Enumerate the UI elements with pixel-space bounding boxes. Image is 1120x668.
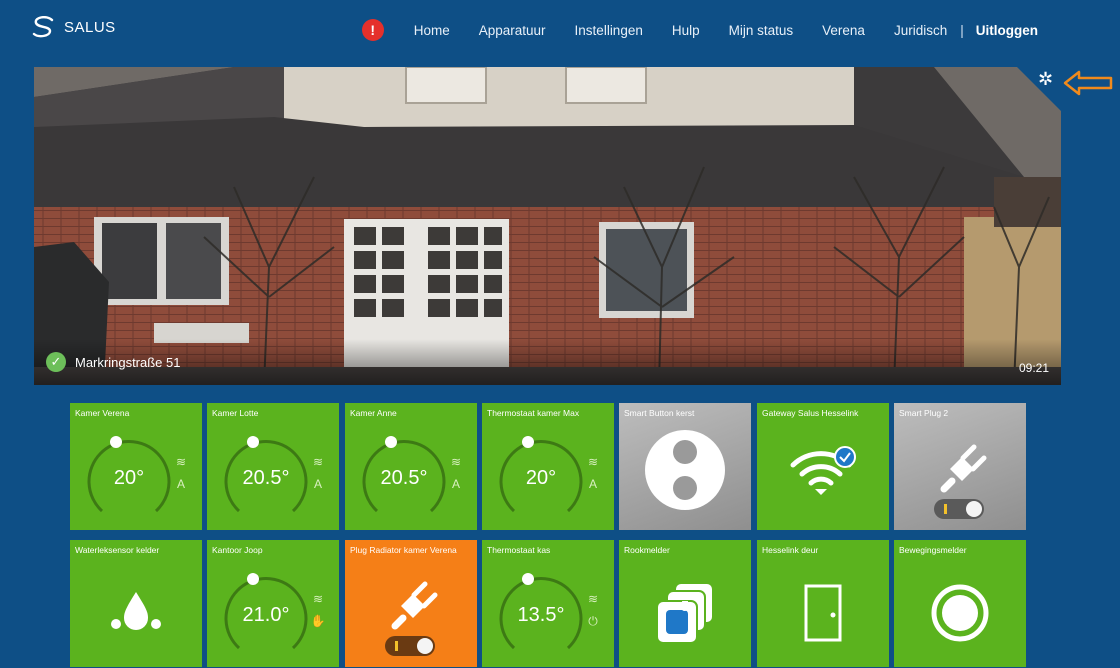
temperature-value: 20°	[113, 467, 145, 489]
heating-icon: ≋	[175, 455, 187, 469]
nav-apparatuur[interactable]: Apparatuur	[479, 23, 546, 38]
auto-mode-icon: A	[588, 477, 597, 491]
tile-title: Kamer Anne	[350, 408, 397, 418]
location-photo[interactable]: ✓ Markringstraße 51 09:21	[34, 67, 1061, 385]
heating-icon: ≋	[312, 455, 324, 469]
tile-smart-plug-2[interactable]: Smart Plug 2	[894, 403, 1026, 530]
smart-button-icon	[645, 430, 725, 510]
tile-kantoor-joop[interactable]: Kantoor Joop 21.0° ≋ ✋	[207, 540, 339, 667]
tile-title: Gateway Salus Hesselink	[762, 408, 859, 418]
clock-time: 09:21	[1018, 361, 1049, 375]
temperature-value: 13.5°	[517, 604, 565, 626]
auto-mode-icon: A	[313, 477, 322, 491]
tile-title: Rookmelder	[624, 545, 670, 555]
heating-icon: ≋	[587, 592, 599, 606]
tile-title: Kantoor Joop	[212, 545, 263, 555]
nav-mijn-status[interactable]: Mijn status	[729, 23, 794, 38]
water-drop-icon	[111, 592, 161, 630]
tile-kamer-verena[interactable]: Kamer Verena 20° ≋ A	[70, 403, 202, 530]
motion-sensor-icon	[931, 584, 989, 642]
tile-title: Kamer Verena	[75, 408, 130, 418]
gear-icon[interactable]: ✲	[1038, 69, 1053, 90]
temperature-value: 21.0°	[242, 604, 290, 626]
device-count-badge: 5	[680, 598, 690, 615]
nav-juridisch[interactable]: Juridisch	[894, 23, 947, 38]
location-address: ✓ Markringstraße 51	[46, 352, 180, 372]
nav-home[interactable]: Home	[414, 23, 450, 38]
tile-title: Bewegingsmelder	[899, 545, 967, 555]
tile-title: Thermostaat kamer Max	[487, 408, 580, 418]
top-navigation-bar: SALUS ! Home Apparatuur Instellingen Hul…	[0, 0, 1120, 58]
nav-separator: |	[960, 22, 964, 38]
heating-icon: ≋	[587, 455, 599, 469]
tile-waterleksensor-kelder[interactable]: Waterleksensor kelder	[70, 540, 202, 667]
tile-title: Kamer Lotte	[212, 408, 259, 418]
tile-title: Smart Button kerst	[624, 408, 695, 418]
house-photo-image	[34, 67, 1061, 385]
power-toggle[interactable]	[385, 636, 435, 656]
nav-instellingen[interactable]: Instellingen	[575, 23, 643, 38]
wifi-connected-icon	[790, 446, 856, 495]
manual-hand-icon: ✋	[310, 614, 326, 628]
tile-thermostaat-kamer-max[interactable]: Thermostaat kamer Max 20° ≋ A	[482, 403, 614, 530]
auto-mode-icon: A	[451, 477, 460, 491]
tile-title: Waterleksensor kelder	[75, 545, 160, 555]
tile-gateway-salus-hesselink[interactable]: Gateway Salus Hesselink	[757, 403, 889, 530]
main-menu: ! Home Apparatuur Instellingen Hulp Mijn…	[361, 19, 1038, 41]
plug-icon	[391, 581, 438, 630]
heating-icon: ≋	[312, 592, 324, 606]
tile-kamer-lotte[interactable]: Kamer Lotte 20.5° ≋ A	[207, 403, 339, 530]
brand-name: SALUS	[64, 18, 116, 36]
tile-thermostaat-kas[interactable]: Thermostaat kas 13.5° ≋ ⏻	[482, 540, 614, 667]
address-text: Markringstraße 51	[75, 354, 181, 370]
tile-kamer-anne[interactable]: Kamer Anne 20.5° ≋ A	[345, 403, 477, 530]
plug-icon	[940, 444, 987, 493]
temperature-value: 20°	[525, 467, 557, 489]
nav-verena[interactable]: Verena	[822, 23, 865, 38]
logout-link[interactable]: Uitloggen	[976, 23, 1038, 38]
power-icon: ⏻	[588, 614, 598, 628]
nav-hulp[interactable]: Hulp	[672, 23, 700, 38]
power-toggle[interactable]	[934, 499, 984, 519]
salus-logo[interactable]: SALUS	[30, 16, 116, 38]
tile-title: Thermostaat kas	[487, 545, 551, 555]
heating-icon: ≋	[450, 455, 462, 469]
door-icon	[804, 584, 842, 642]
temperature-value: 20.5°	[380, 467, 428, 489]
tile-bewegingsmelder[interactable]: Bewegingsmelder	[894, 540, 1026, 667]
annotation-arrow-icon	[1063, 70, 1113, 96]
status-ok-check-icon: ✓	[46, 352, 66, 372]
tile-title: Hesselink deur	[762, 545, 819, 555]
auto-mode-icon: A	[176, 477, 185, 491]
tile-plug-radiator-kamer-verena[interactable]: Plug Radiator kamer Verena	[345, 540, 477, 667]
photo-caption-bar: ✓ Markringstraße 51 09:21	[34, 339, 1061, 385]
alert-icon[interactable]: !	[361, 19, 384, 41]
salus-logo-icon	[32, 16, 54, 38]
tile-rookmelder[interactable]: Rookmelder 5	[619, 540, 751, 667]
temperature-value: 20.5°	[242, 467, 290, 489]
tile-smart-button-kerst[interactable]: Smart Button kerst	[619, 403, 751, 530]
tile-title: Plug Radiator kamer Verena	[350, 545, 457, 555]
tile-hesselink-deur[interactable]: Hesselink deur	[757, 540, 889, 667]
tile-title: Smart Plug 2	[899, 408, 949, 418]
